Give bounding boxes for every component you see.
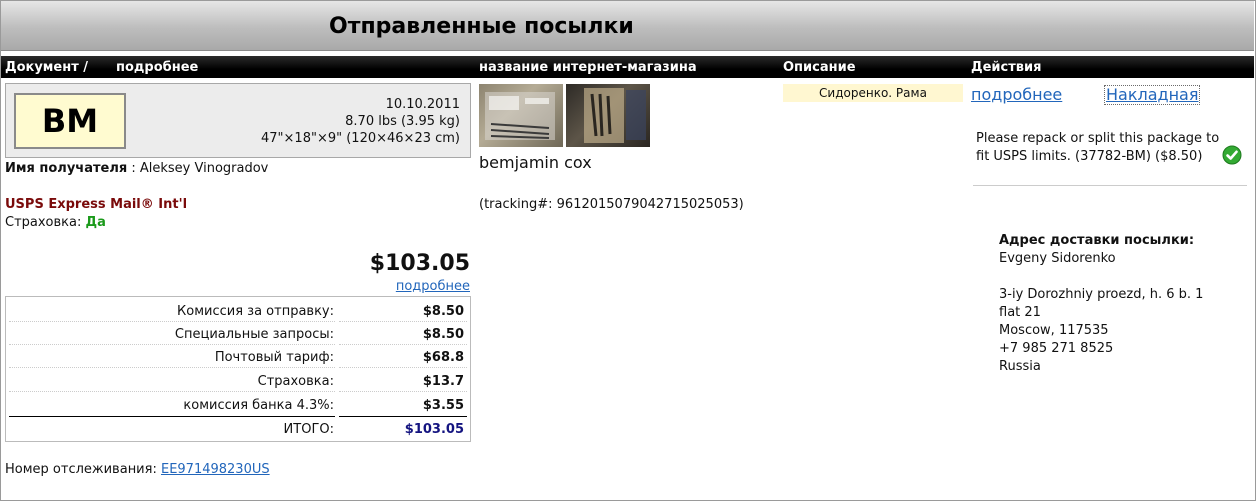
package-weight: 8.70 lbs (3.95 kg) xyxy=(345,114,460,129)
package-dimensions: 47"×18"×9" (120×46×23 cm) xyxy=(261,131,460,146)
shop-name: bemjamin cox xyxy=(479,153,592,172)
fee-value-total: $103.05 xyxy=(404,422,464,437)
address-title: Адрес доставки посылки: xyxy=(999,233,1195,248)
fee-value: $8.50 xyxy=(422,304,464,319)
repack-notice: Please repack or split this package to f… xyxy=(973,130,1247,186)
address-country: Russia xyxy=(999,359,1041,374)
address-line2: flat 21 xyxy=(999,305,1041,320)
tracking: Номер отслеживания: EE971498230US xyxy=(5,462,270,477)
fee-row: Почтовый тариф: $68.8 xyxy=(6,345,470,368)
address-city: Moscow, 117535 xyxy=(999,323,1109,338)
fee-label: Почтовый тариф: xyxy=(214,350,334,365)
fee-label: Комиссия за отправку: xyxy=(177,304,334,319)
insurance-label: Страховка: xyxy=(5,215,82,230)
recipient-name: : Aleksey Vinogradov xyxy=(131,161,269,176)
fee-value: $13.7 xyxy=(422,374,464,389)
total-amount: $103.05 xyxy=(369,251,470,276)
package-date: 10.10.2011 xyxy=(385,97,460,112)
details-link[interactable]: подробнее xyxy=(971,85,1062,104)
check-icon xyxy=(1222,145,1242,165)
table-header: Документ / подробнее название интернет-м… xyxy=(1,56,1254,78)
repack-notice-text: Please repack or split this package to f… xyxy=(976,131,1220,164)
fee-row: Страховка: $13.7 xyxy=(6,369,470,392)
shop-tracking-number: (tracking#: 9612015079042715025053) xyxy=(479,197,744,212)
fee-row: Комиссия за отправку: $8.50 xyxy=(6,299,470,322)
fee-label: ИТОГО: xyxy=(283,422,334,437)
address-line1: 3-iy Dorozhniy proezd, h. 6 b. 1 xyxy=(999,287,1204,302)
package-summary: BM 10.10.2011 8.70 lbs (3.95 kg) 47"×18"… xyxy=(5,83,471,158)
recipient-label: Имя получателя xyxy=(5,161,128,176)
title-bar: Отправленные посылки xyxy=(1,1,1254,51)
totals-more-link[interactable]: подробнее xyxy=(396,279,470,294)
page-title: Отправленные посылки xyxy=(329,14,634,39)
invoice-link[interactable]: Накладная xyxy=(1104,85,1201,105)
fee-row: комиссия банка 4.3%: $3.55 xyxy=(6,393,470,416)
shipping-service: USPS Express Mail® Int'l xyxy=(5,197,188,212)
package-code: BM xyxy=(14,93,126,149)
column-header-actions: Действия xyxy=(971,60,1042,75)
fee-label: комиссия банка 4.3%: xyxy=(183,398,334,413)
fee-value: $3.55 xyxy=(422,398,464,413)
address-phone: +7 985 271 8525 xyxy=(999,341,1114,356)
column-header-document-more: подробнее xyxy=(116,60,199,75)
column-header-shop: название интернет-магазина xyxy=(479,60,697,75)
package-photo-thumbnail[interactable] xyxy=(479,84,563,147)
fees-table: Комиссия за отправку: $8.50 Специальные … xyxy=(5,296,471,442)
fee-label: Страховка: xyxy=(257,374,334,389)
package-description: Сидоренко. Рама xyxy=(783,84,963,102)
address-name: Evgeny Sidorenko xyxy=(999,251,1116,266)
tracking-number-link[interactable]: EE971498230US xyxy=(161,462,270,477)
insurance-value: Да xyxy=(85,215,106,230)
insurance: Страховка: Да xyxy=(5,215,106,230)
package-photo-thumbnail[interactable] xyxy=(566,84,650,147)
package-info: 10.10.2011 8.70 lbs (3.95 kg) 47"×18"×9"… xyxy=(261,96,460,147)
fee-value: $68.8 xyxy=(422,350,464,365)
fee-value: $8.50 xyxy=(422,327,464,342)
tracking-label: Номер отслеживания: xyxy=(5,462,157,477)
recipient: Имя получателя : Aleksey Vinogradov xyxy=(5,161,268,176)
delivery-address: Адрес доставки посылки: Evgeny Sidorenko… xyxy=(999,232,1203,376)
column-header-description: Описание xyxy=(783,60,856,75)
fee-label: Специальные запросы: xyxy=(174,327,334,342)
fee-row: Специальные запросы: $8.50 xyxy=(6,322,470,345)
column-header-document: Документ / xyxy=(5,60,89,75)
fee-row-total: ИТОГО: $103.05 xyxy=(6,417,470,440)
